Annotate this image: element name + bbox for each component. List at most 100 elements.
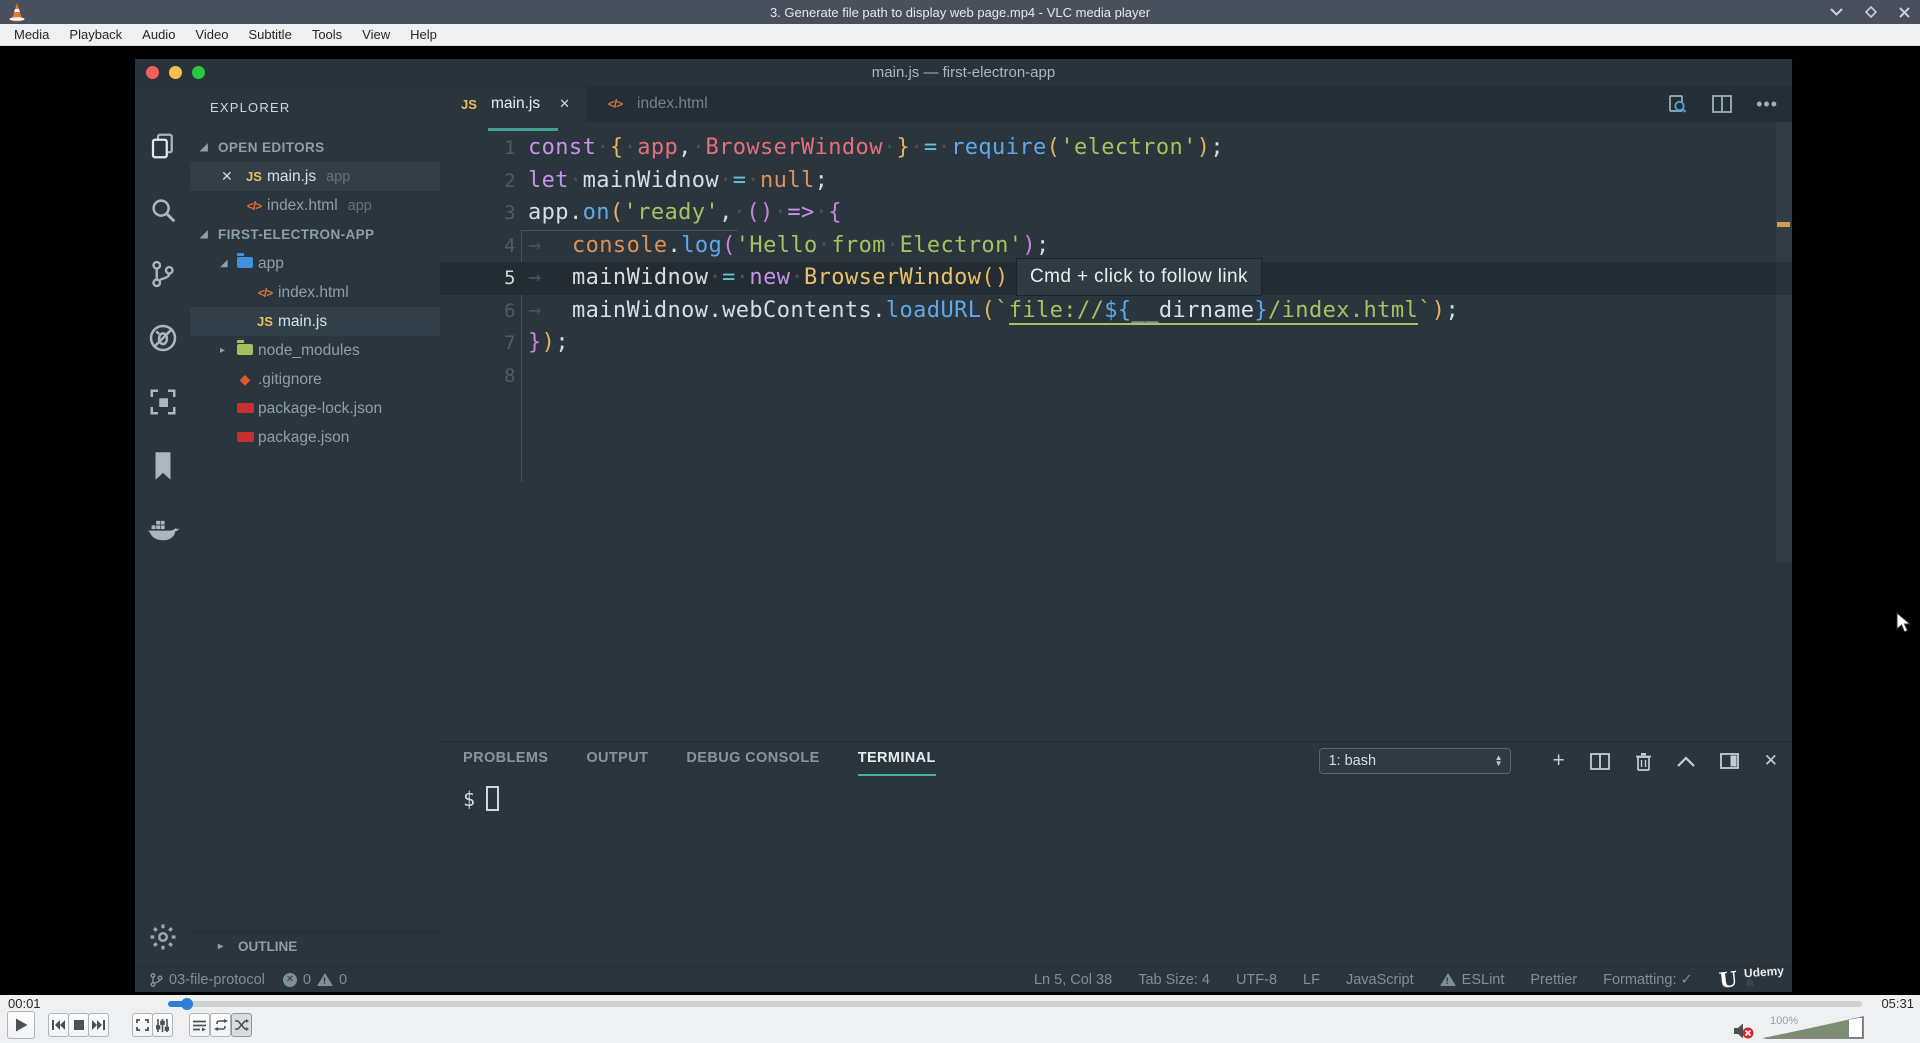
mute-icon[interactable] xyxy=(1733,1022,1757,1043)
status-lf[interactable]: LF xyxy=(1303,972,1320,988)
editor-scrollbar[interactable] xyxy=(1776,122,1792,562)
status-formatting-[interactable]: Formatting: ✓ xyxy=(1603,972,1693,988)
code-editor[interactable]: 1 const·{·app,·BrowserWindow·}·=·require(… xyxy=(440,122,1792,741)
tree-item-app[interactable]: ◢ app xyxy=(190,249,440,278)
activity-bar xyxy=(135,86,190,966)
extended-settings-button[interactable] xyxy=(152,1013,173,1037)
volume-fill xyxy=(1763,1017,1849,1038)
errors-icon: ✕ xyxy=(282,972,297,987)
loop-button[interactable] xyxy=(210,1013,231,1037)
explorer-sidebar: EXPLORER ◢ OPEN EDITORS ✕ JS main.js app </> in… xyxy=(190,86,440,966)
vscode-window-title: main.js — first-electron-app xyxy=(871,64,1056,81)
tree-item-package.json[interactable]: package.json xyxy=(190,423,440,452)
terminal[interactable]: $ xyxy=(463,786,500,811)
tree-item-.gitignore[interactable]: ◆ .gitignore xyxy=(190,365,440,394)
bookmark-icon[interactable] xyxy=(135,434,190,498)
git-file-icon: ◆ xyxy=(239,371,251,387)
open-editors-header[interactable]: ◢ OPEN EDITORS xyxy=(190,133,440,162)
video-area[interactable]: main.js — first-electron-app EXPLORER ◢ … xyxy=(0,46,1920,995)
tree-item-node_modules[interactable]: ▸ node_modules xyxy=(190,336,440,365)
close-tab-icon[interactable]: ✕ xyxy=(559,96,570,112)
tree-item-package-lock.json[interactable]: package-lock.json xyxy=(190,394,440,423)
code-line-7[interactable]: 7}); xyxy=(440,327,1792,360)
udemy-watermark: U Udemy xyxy=(1717,963,1785,993)
code-line-1[interactable]: 1 const·{·app,·BrowserWindow·}·=·require(… xyxy=(440,132,1792,165)
status-utf-8[interactable]: UTF-8 xyxy=(1236,972,1277,988)
more-actions-icon[interactable]: ••• xyxy=(1756,94,1778,115)
code-line-3[interactable]: 3 app.on('ready',·()·=>·{ xyxy=(440,197,1792,230)
extensions-icon[interactable] xyxy=(135,370,190,434)
status-prettier[interactable]: Prettier xyxy=(1530,972,1577,988)
git-branch-status[interactable]: 03-file-protocol xyxy=(149,972,265,988)
fullscreen-button[interactable] xyxy=(132,1013,153,1037)
seek-bar[interactable] xyxy=(168,998,1862,1010)
play-button[interactable] xyxy=(7,1011,35,1039)
random-button[interactable] xyxy=(231,1013,252,1037)
npm-file-icon xyxy=(232,429,258,447)
close-button[interactable] xyxy=(1899,6,1910,18)
minimize-button[interactable] xyxy=(1830,8,1843,16)
kill-terminal-icon[interactable] xyxy=(1635,752,1652,771)
open-preview-icon[interactable] xyxy=(1666,93,1688,115)
next-button[interactable] xyxy=(88,1013,109,1037)
split-terminal-icon[interactable] xyxy=(1589,752,1610,770)
menu-subtitle[interactable]: Subtitle xyxy=(238,27,301,42)
panel-tab-debug-console[interactable]: DEBUG CONSOLE xyxy=(686,750,819,776)
chevron-collapsed-icon: ▸ xyxy=(220,345,226,356)
terminal-shell-select[interactable]: 1: bash ▲ ▼ xyxy=(1319,748,1512,774)
volume-slider[interactable] xyxy=(1762,1016,1864,1039)
vlc-titlebar: 3. Generate file path to display web pag… xyxy=(0,0,1920,24)
panel-tab-problems[interactable]: PROBLEMS xyxy=(463,750,548,776)
status-eslint[interactable]: ! ESLint xyxy=(1439,972,1504,988)
mouse-cursor xyxy=(1896,612,1912,633)
status-ln-5-col-38[interactable]: Ln 5, Col 38 xyxy=(1034,972,1112,988)
panel-tab-output[interactable]: OUTPUT xyxy=(586,750,648,776)
open-editor-main.js[interactable]: ✕ JS main.js app xyxy=(190,162,440,191)
panel-tab-terminal[interactable]: TERMINAL xyxy=(857,750,936,776)
tab-index.html[interactable]: </> index.html xyxy=(586,86,724,122)
menu-playback[interactable]: Playback xyxy=(59,27,132,42)
close-panel-icon[interactable]: ✕ xyxy=(1764,751,1778,771)
debug-icon[interactable] xyxy=(135,306,190,370)
project-root-header[interactable]: ◢ FIRST-ELECTRON-APP xyxy=(190,220,440,249)
chevron-expanded-icon: ◢ xyxy=(200,229,209,240)
settings-gear-icon[interactable] xyxy=(135,922,190,952)
html-file-icon: </> xyxy=(246,198,262,213)
problems-status[interactable]: ✕ 0 ! 0 xyxy=(282,972,347,988)
maximize-button[interactable] xyxy=(1865,6,1877,18)
js-file-icon: JS xyxy=(246,169,262,184)
code-line-8[interactable]: 8 xyxy=(440,360,1792,393)
tab-main.js[interactable]: JS main.js ✕ xyxy=(440,86,587,122)
menu-view[interactable]: View xyxy=(352,27,400,42)
menu-tools[interactable]: Tools xyxy=(302,27,352,42)
split-editor-icon[interactable] xyxy=(1712,95,1732,113)
status-javascript[interactable]: JavaScript xyxy=(1346,972,1414,988)
chevron-right-icon: ▸ xyxy=(218,940,224,952)
open-editor-index.html[interactable]: </> index.html app xyxy=(190,191,440,220)
tree-item-main.js[interactable]: JS main.js xyxy=(190,307,440,336)
menu-media[interactable]: Media xyxy=(4,27,59,42)
code-line-2[interactable]: 2 let·mainWidnow·=·null; xyxy=(440,165,1792,198)
folder-icon xyxy=(232,252,258,273)
menu-help[interactable]: Help xyxy=(400,27,447,42)
new-terminal-icon[interactable]: + xyxy=(1552,750,1564,771)
eslint-warning-icon: ! xyxy=(1439,973,1456,986)
outline-section[interactable]: ▸ OUTLINE xyxy=(190,931,440,960)
maximize-panel-icon[interactable] xyxy=(1676,755,1695,767)
playlist-button[interactable] xyxy=(189,1013,210,1037)
search-icon[interactable] xyxy=(135,178,190,242)
status-tab-size-4[interactable]: Tab Size: 4 xyxy=(1138,972,1210,988)
seek-handle[interactable] xyxy=(181,998,193,1010)
menu-audio[interactable]: Audio xyxy=(132,27,185,42)
close-editor-icon[interactable]: ✕ xyxy=(221,168,241,185)
stop-button[interactable] xyxy=(68,1013,89,1037)
html-file-icon: </> xyxy=(607,97,623,111)
menu-video[interactable]: Video xyxy=(185,27,238,42)
docker-icon[interactable] xyxy=(135,498,190,562)
source-control-icon[interactable] xyxy=(135,242,190,306)
code-line-6[interactable]: 6 → mainWidnow.webContents.loadURL(`file:/… xyxy=(440,295,1792,328)
explorer-icon[interactable] xyxy=(135,114,190,178)
tree-item-index.html[interactable]: </> index.html xyxy=(190,278,440,307)
toggle-panel-icon[interactable] xyxy=(1719,753,1739,769)
previous-button[interactable] xyxy=(48,1013,69,1037)
